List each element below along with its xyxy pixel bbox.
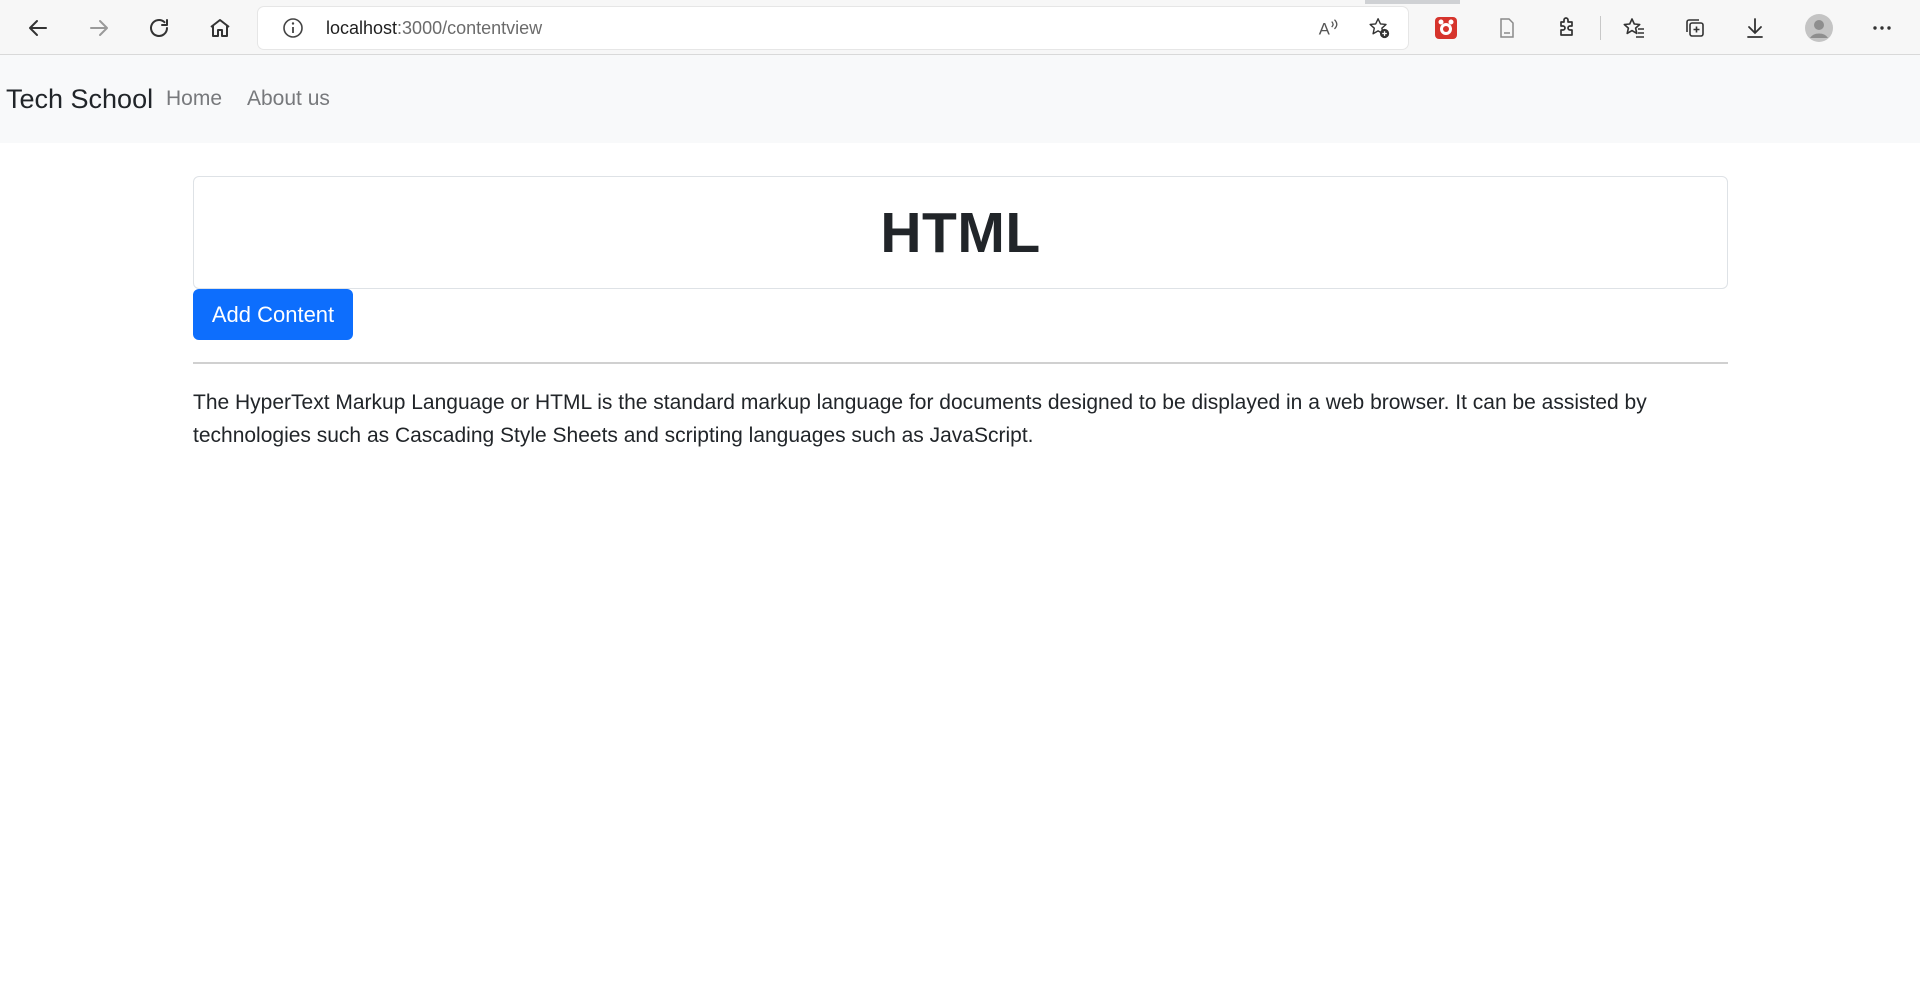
- add-content-button[interactable]: Add Content: [193, 289, 353, 340]
- url-text[interactable]: localhost:3000/contentview: [326, 7, 542, 49]
- title-card: HTML: [193, 176, 1728, 289]
- collections-icon[interactable]: [1679, 12, 1711, 44]
- url-path: :3000/contentview: [397, 18, 543, 38]
- nav-link-about-us[interactable]: About us: [247, 55, 330, 143]
- toolbar-separator: [1600, 16, 1601, 40]
- brand-link[interactable]: Tech School: [6, 55, 153, 143]
- forward-arrow-icon[interactable]: [79, 8, 119, 48]
- page-title: HTML: [880, 200, 1041, 265]
- divider: [193, 362, 1728, 364]
- tab-strip-indicator: [1365, 0, 1460, 4]
- more-menu-icon[interactable]: [1866, 12, 1898, 44]
- site-navbar: Tech School Home About us: [0, 55, 1920, 143]
- back-arrow-icon[interactable]: [18, 8, 58, 48]
- content-description: The HyperText Markup Language or HTML is…: [193, 391, 1647, 447]
- puzzle-icon[interactable]: [1551, 12, 1583, 44]
- svg-text:A: A: [1319, 19, 1331, 38]
- download-icon[interactable]: [1739, 12, 1771, 44]
- address-bar[interactable]: localhost:3000/contentview A: [258, 7, 1408, 49]
- url-host: localhost: [326, 18, 398, 38]
- add-favorite-icon[interactable]: [1366, 15, 1392, 41]
- nav-link-home[interactable]: Home: [166, 55, 222, 143]
- browser-toolbar: localhost:3000/contentview A: [0, 0, 1920, 55]
- read-aloud-icon[interactable]: A: [1315, 15, 1341, 41]
- extension-icon[interactable]: [1430, 12, 1462, 44]
- favorites-icon[interactable]: [1618, 12, 1650, 44]
- info-icon[interactable]: [282, 17, 304, 39]
- home-icon[interactable]: [200, 8, 240, 48]
- profile-avatar-icon[interactable]: [1803, 12, 1835, 44]
- refresh-icon[interactable]: [139, 8, 179, 48]
- document-icon[interactable]: [1491, 12, 1523, 44]
